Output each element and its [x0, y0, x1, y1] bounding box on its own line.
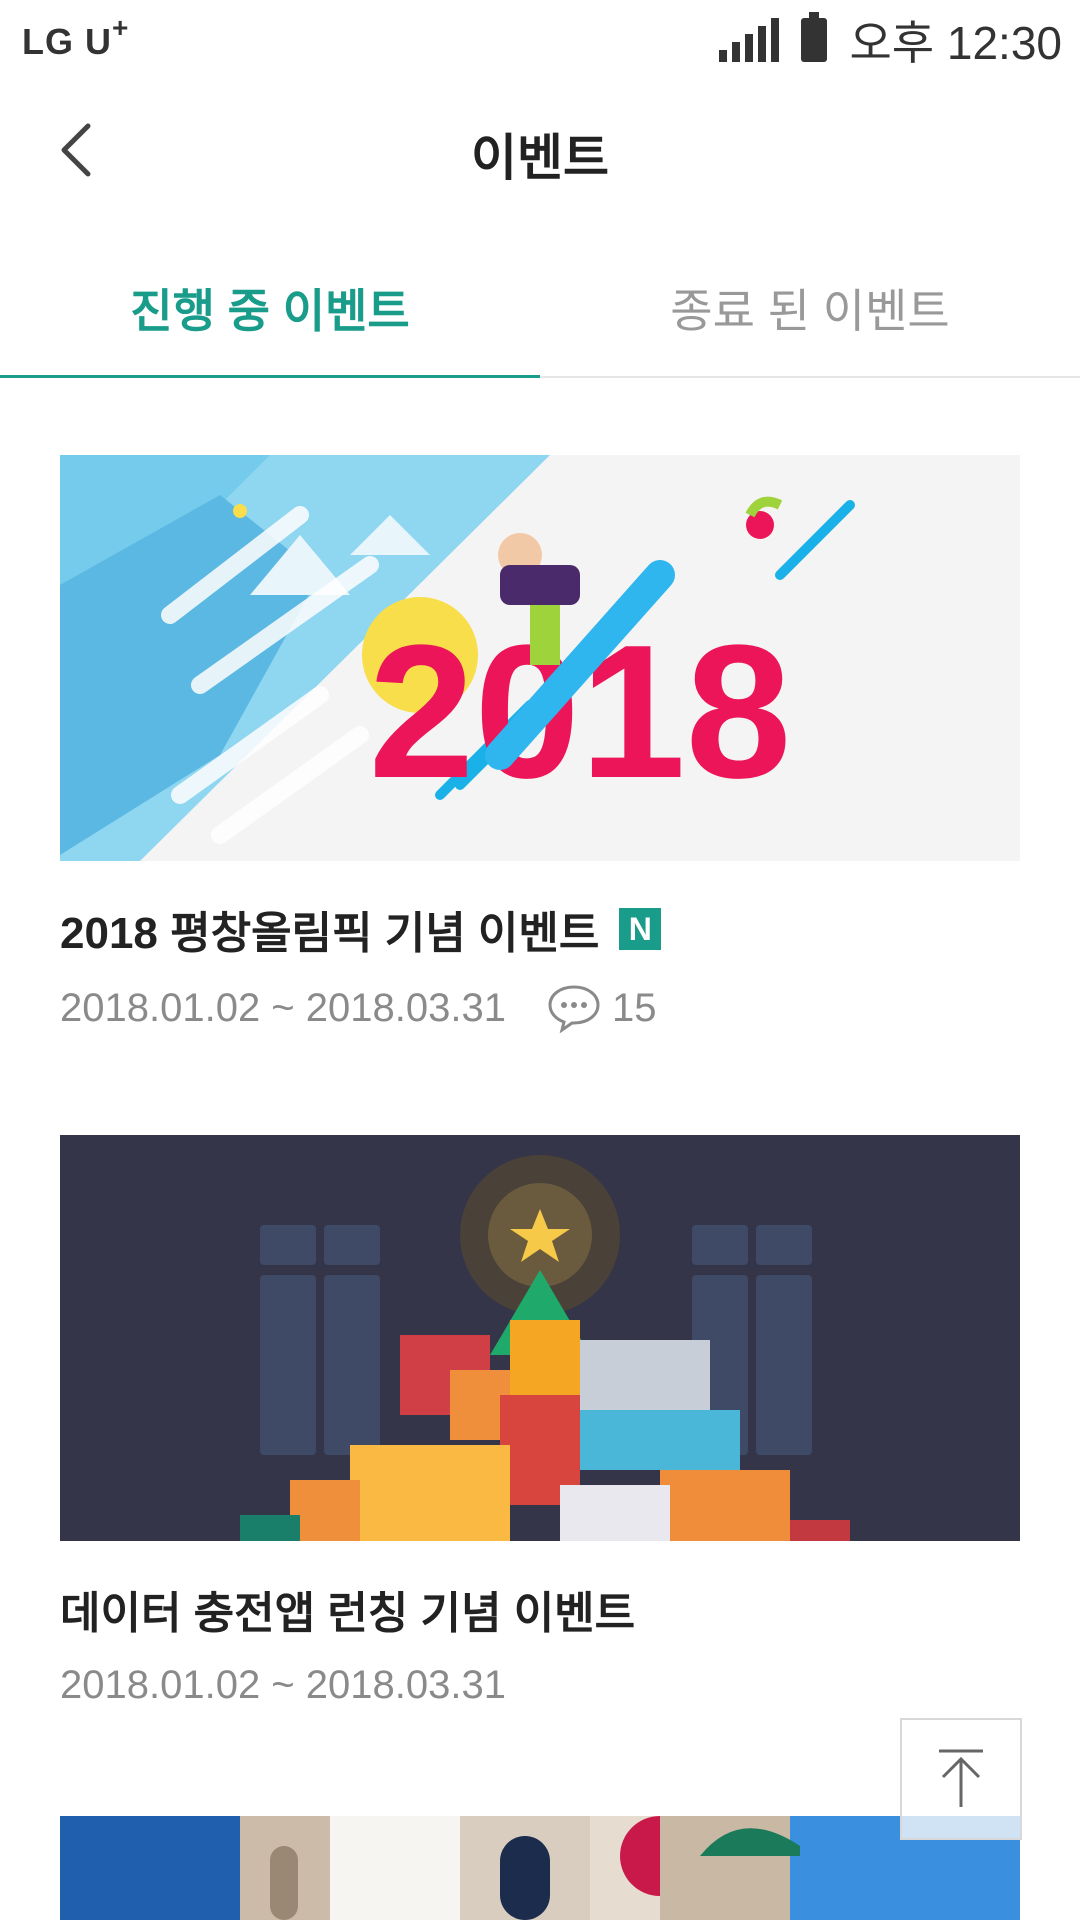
active-tab-indicator [0, 375, 540, 378]
event-banner-launch[interactable] [60, 1135, 1020, 1541]
event-title-text: 데이터 충전앱 런칭 기념 이벤트 [60, 1589, 636, 1638]
tab-ongoing[interactable]: 진행 중 이벤트 [0, 240, 540, 376]
arrow-up-icon [939, 1749, 983, 1807]
comment-icon [548, 985, 600, 1033]
olympics-illustration: 2018 [60, 455, 1020, 861]
page-title: 이벤트 [471, 130, 609, 186]
event-tabs: 진행 중 이벤트 종료 된 이벤트 [0, 240, 1080, 378]
event-card[interactable]: 데이터 충전앱 런칭 기념 이벤트 2018.01.02 ~ 2018.03.3… [60, 1135, 1020, 1708]
event-meta: 2018.01.02 ~ 2018.03.31 [60, 1663, 1020, 1708]
battery-icon [801, 12, 828, 62]
app-header: 이벤트 [0, 80, 1080, 220]
event-title[interactable]: 데이터 충전앱 런칭 기념 이벤트 [60, 1577, 1020, 1641]
scroll-top-button[interactable] [900, 1718, 1022, 1840]
carrier-label: LG U+ [22, 12, 130, 62]
banner-year-text: 2018 [369, 606, 792, 818]
event-banner-partial[interactable] [60, 1816, 1020, 1920]
building-illustration [60, 1816, 1020, 1920]
event-title-text: 2018 평창올림픽 기념 이벤트 [60, 909, 600, 958]
tab-ended[interactable]: 종료 된 이벤트 [540, 240, 1080, 376]
event-meta: 2018.01.02 ~ 2018.03.31 15 [60, 983, 1020, 1033]
event-banner-olympics[interactable]: 2018 [60, 455, 1020, 861]
event-title[interactable]: 2018 평창올림픽 기념 이벤트 N [60, 897, 1020, 961]
comment-count: 15 [546, 983, 657, 1033]
event-dates: 2018.01.02 ~ 2018.03.31 [60, 1663, 506, 1707]
status-time: 오후 12:30 [849, 17, 1062, 69]
gift-illustration [60, 1135, 1020, 1541]
event-card[interactable]: 2018 2018 평창올림픽 기념 이벤트 N 2018.01.02 ~ 20… [60, 455, 1020, 1033]
new-badge: N [619, 908, 662, 950]
event-dates: 2018.01.02 ~ 2018.03.31 [60, 985, 506, 1030]
status-bar: LG U+ 오후 12:30 [0, 0, 1080, 80]
signal-icon [719, 18, 780, 62]
comment-count-value: 15 [611, 985, 657, 1030]
